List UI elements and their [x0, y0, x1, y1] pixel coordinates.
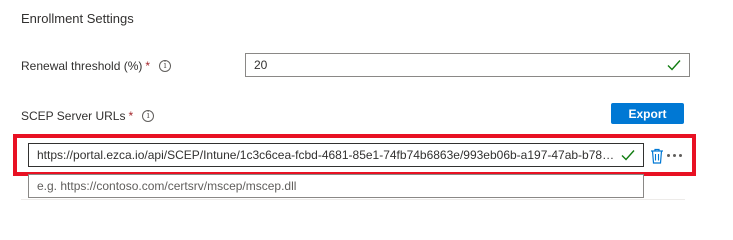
required-mark: *	[128, 109, 134, 123]
required-mark: *	[145, 59, 151, 73]
more-dot	[679, 153, 682, 157]
divider	[21, 199, 685, 200]
more-dot	[673, 153, 676, 157]
export-button[interactable]: Export	[611, 103, 684, 124]
renewal-threshold-label-text: Renewal threshold (%)	[21, 59, 143, 73]
scep-urls-label-text: SCEP Server URLs	[21, 109, 126, 123]
check-icon	[621, 150, 635, 161]
scep-url-value: https://portal.ezca.io/api/SCEP/Intune/1…	[37, 148, 617, 162]
section-title: Enrollment Settings	[21, 11, 134, 26]
scep-urls-label: SCEP Server URLs * i	[21, 109, 155, 123]
more-icon[interactable]	[667, 150, 685, 160]
new-scep-url-placeholder: e.g. https://contoso.com/certsrv/mscep/m…	[37, 179, 297, 193]
new-scep-url-input[interactable]: e.g. https://contoso.com/certsrv/mscep/m…	[28, 174, 644, 198]
renewal-threshold-input[interactable]: 20	[245, 53, 690, 77]
check-icon	[667, 60, 681, 71]
more-dot	[667, 153, 670, 157]
info-icon[interactable]: i	[159, 60, 172, 72]
trash-icon[interactable]	[650, 148, 664, 164]
scep-url-input[interactable]: https://portal.ezca.io/api/SCEP/Intune/1…	[28, 143, 644, 167]
renewal-threshold-label: Renewal threshold (%) * i	[21, 59, 172, 73]
renewal-threshold-value: 20	[254, 58, 268, 72]
info-icon[interactable]: i	[142, 110, 155, 122]
